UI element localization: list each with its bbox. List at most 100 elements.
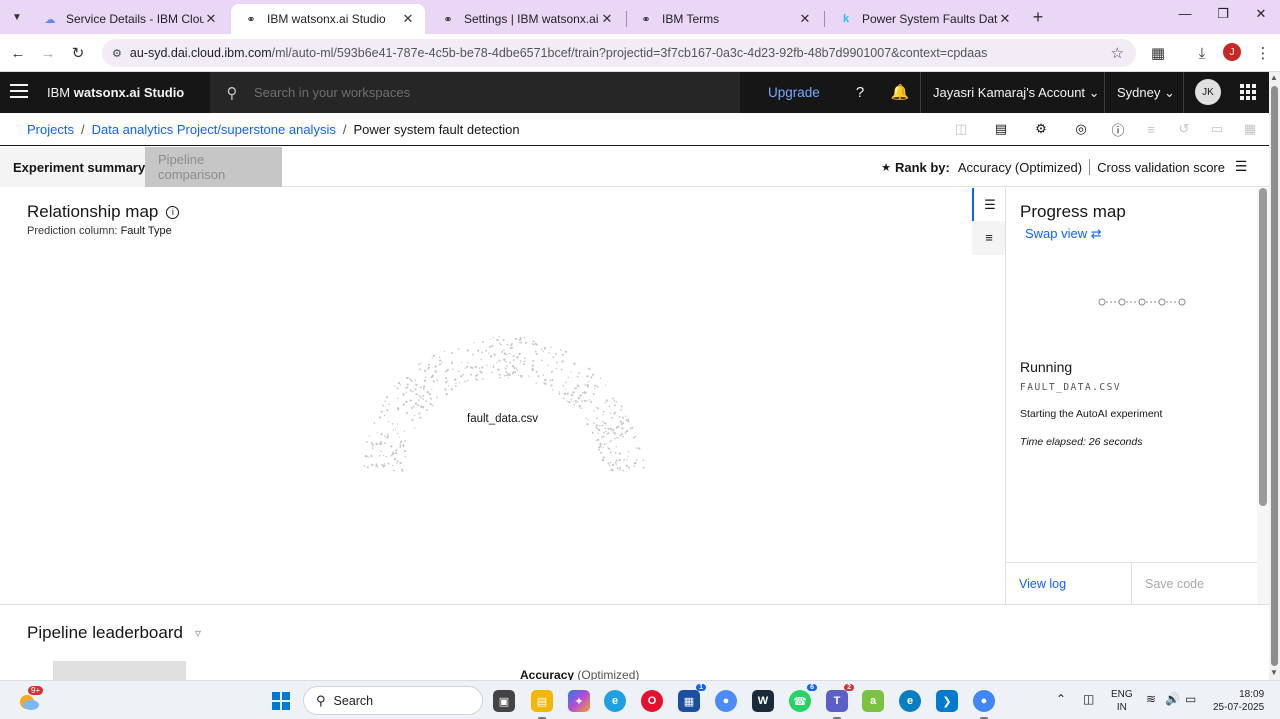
- close-tab-icon[interactable]: ✕: [798, 11, 812, 27]
- system-clock[interactable]: 18:09 25-07-2025: [1213, 688, 1264, 714]
- assets-icon[interactable]: ▦: [1242, 121, 1258, 137]
- view-icon[interactable]: ◎: [1073, 121, 1089, 137]
- calendar-icon[interactable]: ▤: [993, 121, 1009, 137]
- edge-dev-icon[interactable]: e: [899, 690, 921, 712]
- breadcrumb-project[interactable]: Data analytics Project/superstone analys…: [92, 122, 336, 137]
- customize-settings-icon[interactable]: ☰: [1233, 158, 1249, 174]
- battery-icon[interactable]: ▭: [1185, 692, 1196, 706]
- dataset-node-label: fault_data.csv: [467, 413, 538, 425]
- opera-icon[interactable]: O: [641, 690, 663, 712]
- meet-now-icon[interactable]: ◫: [1083, 692, 1094, 706]
- map-dot: [427, 366, 431, 369]
- gantt-icon[interactable]: ≡: [1143, 121, 1159, 137]
- view-log-button[interactable]: View log: [1006, 563, 1131, 605]
- new-tab-plus-icon[interactable]: +: [1030, 7, 1046, 28]
- webex-icon[interactable]: W: [752, 690, 774, 712]
- browser-tab-watsonx-studio[interactable]: ⚭ IBM watsonx.ai Studio ✕: [231, 4, 425, 34]
- notification-bell-icon[interactable]: 🔔: [890, 82, 910, 102]
- copilot-icon[interactable]: ✦: [568, 690, 590, 712]
- taskbar-search[interactable]: ⚲ Search: [303, 686, 483, 715]
- language-indicator[interactable]: ENG IN: [1111, 688, 1133, 714]
- information-icon[interactable]: ⓘ: [1110, 121, 1126, 138]
- filter-icon[interactable]: ▿: [195, 626, 201, 640]
- close-window-icon[interactable]: ✕: [1246, 6, 1276, 26]
- browser-menu-icon[interactable]: ⋮: [1253, 43, 1273, 63]
- browser-tab-power-system-faults[interactable]: k Power System Faults Dataset ✕: [826, 4, 1022, 34]
- file-explorer-icon[interactable]: ▤: [531, 690, 553, 719]
- help-icon[interactable]: ?: [850, 82, 870, 102]
- edge-icon[interactable]: e: [604, 690, 626, 712]
- hamburger-menu-icon[interactable]: [10, 84, 28, 100]
- map-dot: [548, 352, 550, 354]
- windows-start-icon[interactable]: [272, 692, 290, 710]
- close-tab-icon[interactable]: ✕: [401, 11, 415, 27]
- chrome-icon[interactable]: ●: [973, 690, 995, 719]
- save-icon[interactable]: ◫: [953, 121, 969, 137]
- upgrade-link[interactable]: Upgrade: [768, 85, 820, 100]
- bookmark-star-icon[interactable]: ☆: [1111, 44, 1124, 62]
- whatsapp-icon[interactable]: ☎ 6: [789, 684, 817, 712]
- anaconda-icon[interactable]: a: [862, 690, 884, 712]
- weather-widget-icon[interactable]: 9+: [18, 686, 44, 712]
- windows-taskbar: 9+ ⚲ Search ▣ ▤ ✦ e O ▦ 1 ● W ☎ 6 T2 a e ❯…: [0, 680, 1280, 719]
- close-tab-icon[interactable]: ✕: [600, 11, 614, 27]
- settings-gear-icon[interactable]: ⚙: [1033, 121, 1049, 137]
- workspace-search[interactable]: ⚲ Search in your workspaces: [210, 72, 740, 113]
- comment-icon[interactable]: ▭: [1209, 121, 1225, 137]
- map-dot: [604, 384, 607, 386]
- vscode-icon[interactable]: ❯: [936, 690, 958, 712]
- user-avatar[interactable]: JK: [1195, 79, 1221, 105]
- browser-tab-settings[interactable]: ⚭ Settings | IBM watsonx.ai Studio ✕: [428, 4, 624, 34]
- scroll-down-arrow-icon[interactable]: ▼: [1270, 668, 1278, 677]
- map-dot: [558, 391, 560, 393]
- scroll-up-arrow-icon[interactable]: ▲: [1270, 73, 1278, 82]
- extensions-icon[interactable]: ▦: [1148, 43, 1168, 63]
- map-dot: [576, 375, 579, 378]
- browser-profile-avatar[interactable]: J: [1223, 43, 1241, 61]
- site-info-icon[interactable]: ⚙: [112, 47, 122, 60]
- download-icon[interactable]: ⤓: [1192, 43, 1212, 63]
- tab-search-chevron-icon[interactable]: ▼: [8, 8, 26, 26]
- map-dot: [423, 379, 427, 382]
- chrome-profile-icon[interactable]: ●: [715, 690, 737, 712]
- task-view-icon[interactable]: ▣: [493, 690, 515, 712]
- reload-icon[interactable]: ↻: [68, 43, 88, 63]
- minimize-window-icon[interactable]: —: [1170, 6, 1200, 26]
- map-dot: [366, 455, 368, 457]
- close-tab-icon[interactable]: ✕: [204, 11, 218, 27]
- browser-tab-ibm-terms[interactable]: ⚭ IBM Terms ✕: [626, 4, 822, 34]
- map-dot: [614, 452, 617, 454]
- breadcrumb-projects[interactable]: Projects: [27, 122, 74, 137]
- map-dot: [429, 397, 432, 400]
- map-dot: [431, 374, 434, 377]
- list-view-icon[interactable]: ☰: [972, 188, 1006, 221]
- address-bar[interactable]: ⚙ au-syd.dai.cloud.ibm.com/ml/auto-ml/59…: [102, 39, 1136, 67]
- tab-pipeline-comparison[interactable]: Pipeline comparison: [145, 147, 282, 187]
- bullet-list-icon[interactable]: ≡: [972, 221, 1006, 254]
- map-dot: [561, 360, 564, 363]
- show-hidden-icons-icon[interactable]: ⌃: [1056, 692, 1066, 706]
- back-arrow-icon[interactable]: ←: [8, 43, 28, 63]
- product-brand[interactable]: IBM watsonx.ai Studio: [47, 85, 184, 100]
- panel-scrollbar[interactable]: [1257, 188, 1269, 604]
- save-code-button[interactable]: Save code: [1131, 563, 1256, 605]
- teams-icon[interactable]: T2: [826, 684, 854, 719]
- volume-icon[interactable]: 🔊: [1165, 692, 1180, 706]
- page-scrollbar[interactable]: ▲ ▼: [1269, 72, 1280, 680]
- history-icon[interactable]: ↺: [1176, 121, 1192, 137]
- accuracy-column-header[interactable]: Accuracy (Optimized): [520, 668, 639, 680]
- forward-arrow-icon[interactable]: →: [38, 43, 58, 63]
- browser-tab-service-details[interactable]: ☁ Service Details - IBM Cloud ✕: [30, 4, 228, 34]
- map-dot: [390, 445, 393, 448]
- close-tab-icon[interactable]: ✕: [998, 11, 1012, 27]
- info-icon[interactable]: i: [166, 205, 180, 219]
- region-switcher[interactable]: Sydney ⌄: [1117, 85, 1175, 101]
- swap-view-link[interactable]: Swap view ⇄: [1025, 226, 1102, 242]
- map-dot: [622, 416, 624, 419]
- app-switcher-icon[interactable]: [1240, 84, 1256, 100]
- store-icon[interactable]: ▦ 1: [678, 684, 706, 712]
- maximize-window-icon[interactable]: ❐: [1208, 6, 1238, 26]
- wifi-icon[interactable]: ≋: [1146, 692, 1156, 706]
- account-switcher[interactable]: Jayasri Kamaraj's Account ⌄: [933, 85, 1100, 101]
- tab-experiment-summary[interactable]: Experiment summary: [0, 147, 159, 187]
